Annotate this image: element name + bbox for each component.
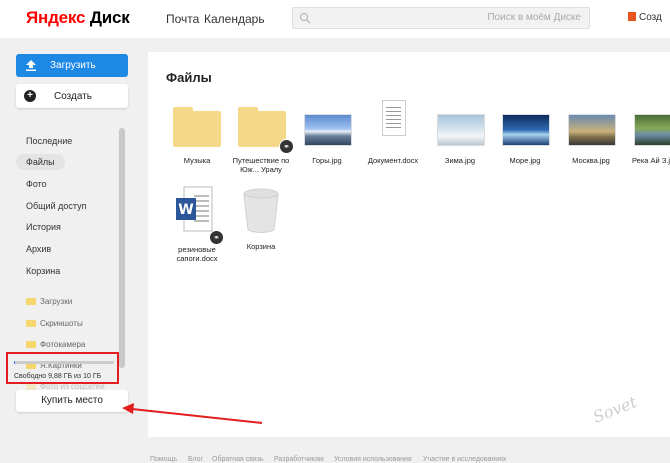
footer-link-help[interactable]: Помощь xyxy=(150,456,177,463)
footer-link-blog[interactable]: Блог xyxy=(188,456,203,463)
footer-link-research[interactable]: Участие в исследованиях xyxy=(423,456,506,463)
footer-link-developers[interactable]: Разработчикам xyxy=(274,456,324,463)
footer-link-terms[interactable]: Условия использования xyxy=(334,456,412,463)
footer-link-feedback[interactable]: Обратная связь xyxy=(212,456,264,463)
annotation-arrow xyxy=(122,403,263,424)
